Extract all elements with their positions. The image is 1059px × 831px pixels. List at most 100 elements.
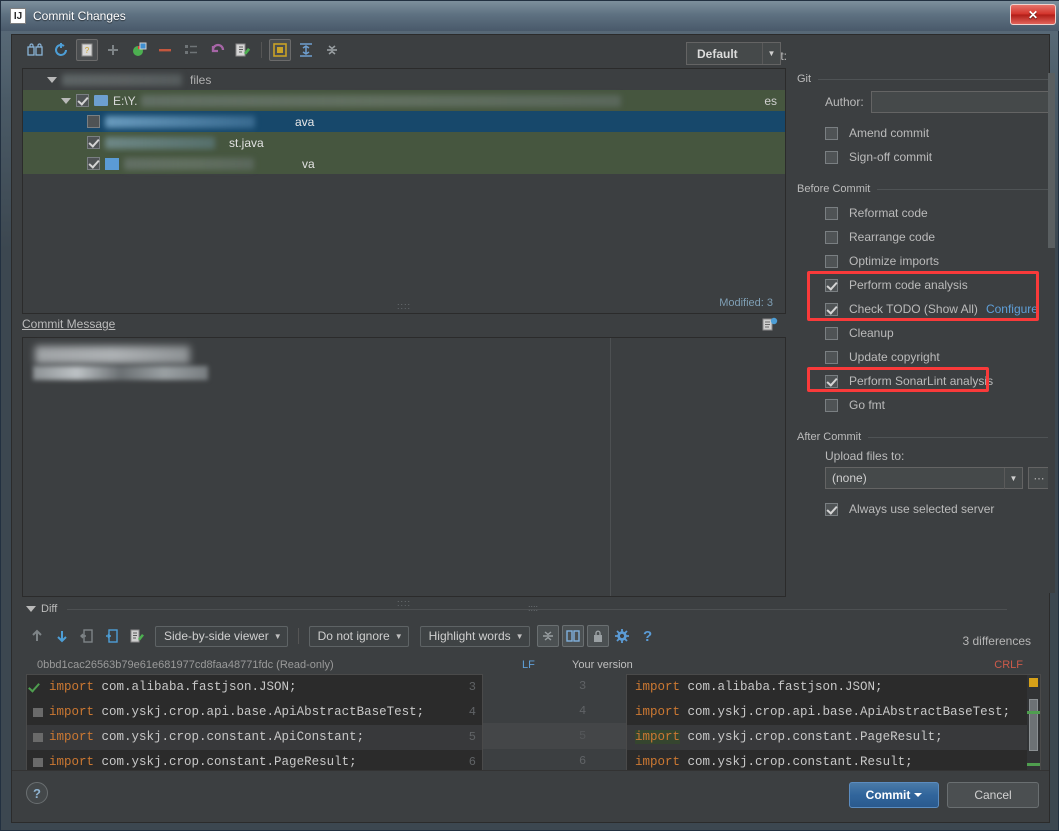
refresh-icon[interactable] [50, 39, 72, 61]
open-file-icon[interactable]: ? [76, 39, 98, 61]
git-section-label: Git [797, 73, 812, 85]
show-diff-icon[interactable] [24, 39, 46, 61]
code-rest: com.alibaba.fastjson.JSON; [687, 680, 883, 694]
delete-icon[interactable] [154, 39, 176, 61]
diff-section-header[interactable]: Diff [26, 603, 57, 615]
move-to-changelist-icon[interactable] [128, 39, 150, 61]
tree-row-checkbox[interactable] [87, 115, 100, 128]
close-icon[interactable]: ✕ [1010, 4, 1056, 25]
option-always-use-server[interactable]: Always use selected server [825, 497, 1051, 521]
option-cleanup[interactable]: Cleanup [825, 321, 1051, 345]
chevron-down-icon[interactable]: ▼ [274, 632, 282, 641]
accepted-icon [28, 680, 40, 693]
tree-folder-row[interactable]: E:\Y. es [23, 90, 785, 111]
code-rest: com.yskj.crop.constant.PageResult; [687, 730, 943, 744]
upload-server-select[interactable]: (none) ▼ [825, 467, 1023, 489]
collapse-all-icon[interactable] [321, 39, 343, 61]
tree-root-row[interactable]: files [23, 69, 785, 90]
signoff-commit-row[interactable]: Sign-off commit [825, 145, 1051, 169]
warning-marker [1029, 678, 1038, 687]
changelist-combo[interactable]: Default ▼ [686, 42, 781, 65]
cleanup-checkbox[interactable] [825, 326, 838, 340]
code-rest: com.yskj.crop.api.base.ApiAbstractBaseTe… [687, 705, 1011, 719]
options-scrollbar[interactable] [1048, 73, 1055, 593]
highlight-mode-value: Highlight words [428, 629, 511, 643]
table-row[interactable]: va [23, 153, 785, 174]
option-go-fmt[interactable]: Go fmt [825, 393, 1051, 417]
go-fmt-checkbox[interactable] [825, 398, 838, 412]
perform-sonarlint-checkbox[interactable] [825, 374, 838, 388]
edit-diff-icon[interactable] [126, 625, 148, 647]
splitter-handle[interactable]: :::: [397, 598, 411, 608]
changed-files-tree[interactable]: files E:\Y. es ava st.java va:::: Modif… [22, 68, 786, 314]
option-update-copyright[interactable]: Update copyright [825, 345, 1051, 369]
diff-help-icon[interactable]: ? [637, 625, 659, 647]
tree-row-checkbox[interactable] [76, 94, 89, 107]
chevron-down-icon[interactable] [61, 97, 71, 104]
right-line-ending-label[interactable]: CRLF [994, 659, 1023, 671]
chevron-down-icon[interactable] [26, 606, 36, 612]
scrollbar-thumb[interactable] [1048, 73, 1055, 248]
collapse-unchanged-icon[interactable] [536, 625, 559, 647]
splitter-handle[interactable]: :::: [528, 603, 538, 613]
rollback-icon[interactable] [206, 39, 228, 61]
table-row[interactable]: ava [23, 111, 785, 132]
amend-commit-row[interactable]: Amend commit [825, 121, 1051, 145]
option-optimize-imports[interactable]: Optimize imports [825, 249, 1051, 273]
left-line-ending-label[interactable]: LF [522, 659, 535, 671]
tree-file-suffix: ava [295, 114, 315, 129]
browse-servers-button[interactable]: ⋯ [1028, 467, 1050, 489]
option-perform-sonarlint-analysis[interactable]: Perform SonarLint analysis [825, 369, 1051, 393]
two-column-icon[interactable] [561, 625, 584, 647]
highlight-mode-select[interactable]: Highlight words ▼ [419, 625, 530, 647]
author-input[interactable] [870, 91, 1051, 113]
perform-code-analysis-checkbox[interactable] [825, 278, 838, 292]
lock-icon[interactable] [586, 625, 609, 647]
viewer-mode-select[interactable]: Side-by-side viewer ▼ [155, 625, 288, 647]
next-difference-icon[interactable] [51, 625, 73, 647]
check-todo-checkbox[interactable] [825, 302, 838, 316]
cancel-button[interactable]: Cancel [947, 782, 1039, 808]
option-perform-code-analysis[interactable]: Perform code analysis [825, 273, 1051, 297]
tree-row-checkbox[interactable] [87, 136, 100, 149]
chevron-down-icon[interactable]: ▼ [395, 632, 403, 641]
chevron-down-icon[interactable]: ▼ [762, 43, 780, 64]
splitter-handle[interactable]: :::: [397, 301, 411, 311]
commit-button[interactable]: Commit [849, 782, 939, 808]
redacted-text [33, 366, 208, 380]
option-rearrange-code[interactable]: Rearrange code [825, 225, 1051, 249]
tree-row-checkbox[interactable] [87, 157, 100, 170]
configure-todo-link[interactable]: Configure [986, 302, 1038, 316]
tree-file-suffix: st.java [229, 135, 264, 150]
chevron-down-icon[interactable]: ▼ [1004, 467, 1022, 489]
modified-count-label: Modified: 3 [719, 297, 773, 309]
optimize-imports-checkbox[interactable] [825, 254, 838, 268]
chevron-down-icon[interactable] [914, 793, 923, 797]
preview-icon[interactable] [269, 39, 291, 61]
help-icon[interactable]: ? [26, 782, 48, 804]
commit-message-history-icon[interactable] [762, 317, 778, 331]
chevron-down-icon[interactable] [47, 76, 57, 83]
always-use-server-checkbox[interactable] [825, 502, 838, 516]
signoff-commit-checkbox[interactable] [825, 150, 838, 164]
option-check-todo[interactable]: Check TODO (Show All) Configure [825, 297, 1051, 321]
gear-icon[interactable] [612, 625, 634, 647]
expand-all-icon[interactable] [295, 39, 317, 61]
add-icon[interactable] [102, 39, 124, 61]
apply-left-icon[interactable] [76, 625, 98, 647]
option-reformat-code[interactable]: Reformat code [825, 201, 1051, 225]
amend-commit-checkbox[interactable] [825, 126, 838, 140]
code-keyword: import [635, 730, 681, 744]
commit-message-input[interactable]: :::: [22, 337, 786, 608]
table-row[interactable]: st.java [23, 132, 785, 153]
prev-difference-icon[interactable] [26, 625, 48, 647]
ignore-mode-select[interactable]: Do not ignore ▼ [308, 625, 409, 647]
apply-right-icon[interactable] [101, 625, 123, 647]
rearrange-code-checkbox[interactable] [825, 230, 838, 244]
update-copyright-checkbox[interactable] [825, 350, 838, 364]
scrollbar-thumb[interactable] [1029, 699, 1038, 751]
edit-source-icon[interactable] [232, 39, 254, 61]
chevron-down-icon[interactable]: ▼ [516, 632, 524, 641]
reformat-code-checkbox[interactable] [825, 206, 838, 220]
group-by-icon[interactable] [180, 39, 202, 61]
